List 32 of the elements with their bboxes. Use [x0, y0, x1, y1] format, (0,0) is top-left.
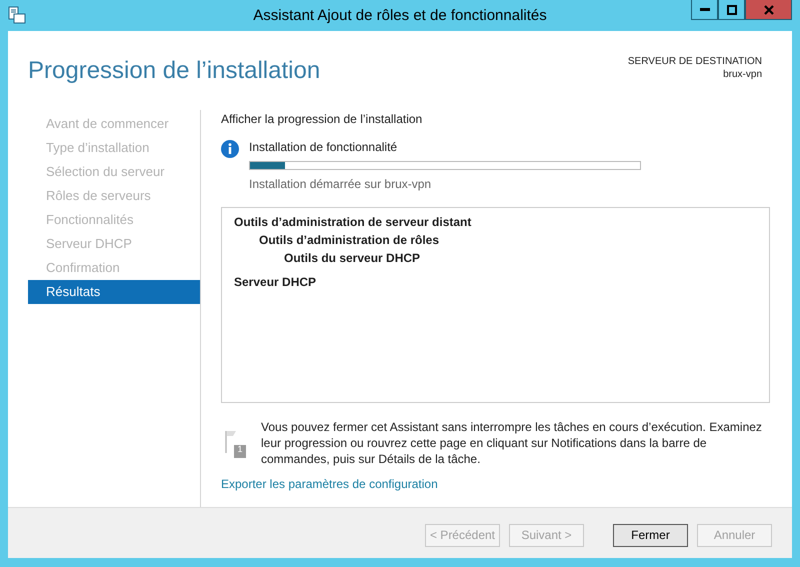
feature-item: Outils du serveur DHCP [283, 250, 422, 267]
sidebar-item[interactable]: Sélection du serveur [28, 160, 200, 184]
sidebar-item[interactable]: Serveur DHCP [28, 232, 200, 256]
sidebar-item[interactable]: Confirmation [28, 256, 200, 280]
notice-text: Vous pouvez fermer cet Assistant sans interrompre les tâches en cours d’exécution. Examinez leur progression ou rouvrez cette page en cliquant sur Notifications dans la barre de commandes, puis sur Détails de la tâche. [261, 419, 763, 467]
destination-label: SERVEUR DE DESTINATION [628, 55, 762, 68]
sidebar-item[interactable]: Avant de commencer [28, 112, 200, 136]
minimize-button[interactable] [691, 0, 718, 20]
sidebar-item[interactable]: Fonctionnalités [28, 208, 200, 232]
info-icon [221, 140, 239, 158]
progress-status: Installation démarrée sur brux-vpn [249, 177, 432, 191]
page-title: Progression de l’installation [28, 57, 320, 85]
minimize-icon [700, 8, 710, 12]
notification-count: 1 [236, 444, 244, 455]
export-link[interactable]: Exporter les paramètres de configuration [221, 477, 770, 491]
window-title: Assistant Ajout de rôles et de fonctionnalités [253, 7, 547, 24]
feature-item: Outils d’administration de serveur distant [234, 214, 472, 231]
destination-server: brux-vpn [723, 68, 762, 81]
progress-title: Installation de fonctionnalité [249, 140, 398, 154]
sidebar-item[interactable]: Type d’installation [28, 136, 200, 160]
close-icon [764, 4, 774, 14]
wizard-button[interactable]: Fermer [613, 524, 688, 546]
feature-item: Outils d’administration de rôles [258, 232, 440, 249]
wizard-icon [8, 6, 26, 24]
close-button[interactable] [745, 0, 792, 20]
feature-item: Serveur DHCP [234, 274, 318, 291]
sidebar-item[interactable]: Résultats [28, 280, 200, 304]
maximize-button[interactable] [718, 0, 745, 20]
section-label: Afficher la progression de l’installation [221, 112, 424, 126]
sidebar-item[interactable]: Rôles de serveurs [28, 184, 200, 208]
notification-flag-icon [225, 429, 247, 459]
maximize-icon [726, 4, 736, 14]
